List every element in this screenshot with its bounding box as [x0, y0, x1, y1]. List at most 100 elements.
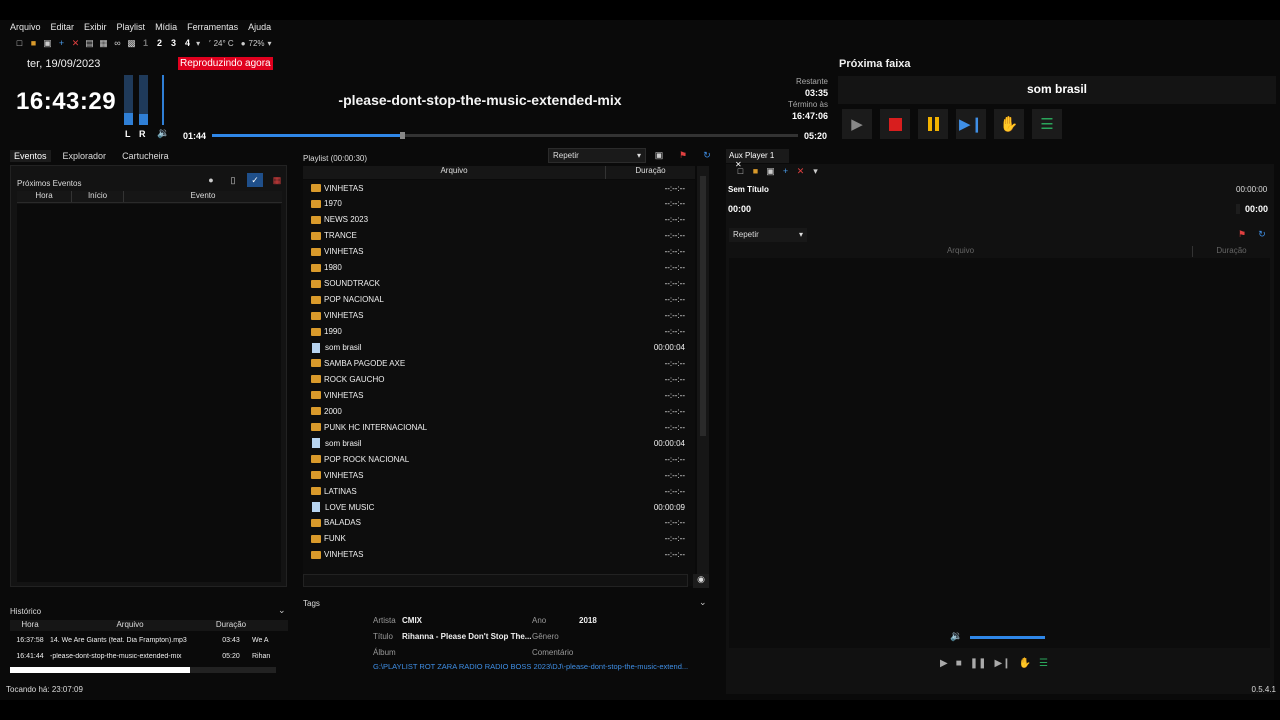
playlist-repeat-select[interactable]: Repetir ▾	[548, 148, 646, 163]
menu-playlist[interactable]: Playlist	[117, 22, 146, 32]
add-icon[interactable]: +	[780, 166, 791, 177]
lock-icon[interactable]: ▣	[651, 148, 667, 162]
aux-volume-slider[interactable]	[970, 636, 1045, 639]
menu-midia[interactable]: Mídia	[155, 22, 177, 32]
open-folder-icon[interactable]: ■	[750, 166, 761, 177]
refresh-icon[interactable]: ↻	[699, 148, 715, 162]
history-row[interactable]: 16:37:58 14. We Are Giants (feat. Dia Fr…	[10, 633, 288, 647]
player-4-button[interactable]: 4	[182, 38, 193, 48]
pause-button[interactable]	[918, 109, 948, 139]
col-evento[interactable]: Evento	[124, 191, 282, 202]
playlist-row[interactable]: VINHETAS --:--:--	[303, 308, 695, 324]
playlist-row[interactable]: VINHETAS --:--:--	[303, 244, 695, 260]
binoculars-icon[interactable]: ◉	[693, 574, 709, 588]
new-file-icon[interactable]: □	[14, 38, 25, 49]
playlist-row[interactable]: VINHETAS --:--:--	[303, 467, 695, 483]
playlist-row[interactable]: VINHETAS --:--:--	[303, 547, 695, 563]
playlist-row[interactable]: PUNK HC INTERNACIONAL --:--:--	[303, 419, 695, 435]
menu-ajuda[interactable]: Ajuda	[248, 22, 271, 32]
hand-button[interactable]: ✋	[994, 109, 1024, 139]
aux-col-duracao[interactable]: Duração	[1193, 246, 1270, 257]
aux-stop-icon[interactable]: ■	[956, 658, 962, 669]
new-file-icon[interactable]: □	[735, 166, 746, 177]
refresh-icon[interactable]: ↻	[1254, 227, 1270, 241]
aux-mixer-icon[interactable]: ☰	[1039, 658, 1048, 669]
aux-repeat-select[interactable]: Repetir ▾	[729, 228, 807, 242]
check-icon[interactable]: ✓	[247, 173, 263, 187]
file-path-link[interactable]: G:\PLAYLIST ROT ZARA RADIO RADIO BOSS 20…	[373, 662, 708, 671]
playlist-row[interactable]: SOUNDTRACK --:--:--	[303, 276, 695, 292]
menu-exibir[interactable]: Exibir	[84, 22, 107, 32]
save-icon[interactable]: ▣	[42, 38, 53, 49]
pl-col-arquivo[interactable]: Arquivo	[303, 166, 606, 179]
col-inicio[interactable]: Início	[72, 191, 124, 202]
player-2-button[interactable]: 2	[154, 38, 165, 48]
playlist-row[interactable]: BALADAS --:--:--	[303, 515, 695, 531]
chevron-down-icon[interactable]: ▾	[196, 39, 200, 48]
player-3-button[interactable]: 3	[168, 38, 179, 48]
playlist-row[interactable]: som brasil 00:00:04	[303, 435, 695, 451]
open-folder-icon[interactable]: ■	[28, 38, 39, 49]
playlist-row[interactable]: POP ROCK NACIONAL --:--:--	[303, 451, 695, 467]
playlist-row[interactable]: FUNK --:--:--	[303, 531, 695, 547]
playlist-row[interactable]: NEWS 2023 --:--:--	[303, 212, 695, 228]
playlist-search-input[interactable]	[303, 574, 688, 587]
play-button[interactable]: ▶	[842, 109, 872, 139]
aux-col-arquivo[interactable]: Arquivo	[729, 246, 1193, 257]
aux-list[interactable]	[729, 258, 1270, 648]
seek-handle[interactable]	[400, 132, 406, 139]
playlist-row[interactable]: VINHETAS --:--:--	[303, 387, 695, 403]
calendar-icon[interactable]: ▦	[269, 173, 285, 187]
playlist-row[interactable]: som brasil 00:00:04	[303, 340, 695, 356]
events-list[interactable]	[17, 204, 281, 582]
col-hora[interactable]: Hora	[17, 191, 72, 202]
chevron-down-icon[interactable]: ▾	[810, 166, 821, 177]
playlist-row[interactable]: 1990 --:--:--	[303, 324, 695, 340]
volume-icon[interactable]: 🔉	[157, 128, 169, 139]
tab-explorador[interactable]: Explorador	[59, 150, 111, 162]
menu-editar[interactable]: Editar	[51, 22, 75, 32]
record-icon[interactable]: ●	[203, 173, 219, 187]
aux-seek-bar[interactable]	[1236, 204, 1240, 214]
tab-cartucheira[interactable]: Cartucheira	[118, 150, 173, 162]
player-1-button[interactable]: 1	[140, 38, 151, 48]
add-icon[interactable]: +	[56, 38, 67, 49]
history-collapse-icon[interactable]: ⌄	[278, 605, 286, 616]
aux-hand-icon[interactable]: ✋	[1019, 658, 1031, 669]
grid-icon[interactable]: ▦	[98, 38, 109, 49]
hist-col-hora[interactable]: Hora	[10, 620, 50, 631]
tab-eventos[interactable]: Eventos	[10, 150, 51, 162]
mixer-button[interactable]: ☰	[1032, 109, 1062, 139]
playlist-row[interactable]: LOVE MUSIC 00:00:09	[303, 499, 695, 515]
window-icon[interactable]: ▤	[84, 38, 95, 49]
menu-ferramentas[interactable]: Ferramentas	[187, 22, 238, 32]
playlist-row[interactable]: 1970 --:--:--	[303, 196, 695, 212]
hist-col-duracao[interactable]: Duração	[210, 620, 252, 631]
next-button[interactable]: ▶❙	[956, 109, 986, 139]
flag-icon[interactable]: ⚑	[1234, 227, 1250, 241]
playlist-scrollbar[interactable]	[697, 166, 709, 586]
aux-play-icon[interactable]: ▶	[940, 658, 948, 669]
save-icon[interactable]: ▣	[765, 166, 776, 177]
playlist-row[interactable]: VINHETAS --:--:--	[303, 180, 695, 196]
remove-icon[interactable]: ✕	[795, 166, 806, 177]
history-scroll-thumb[interactable]	[10, 667, 190, 673]
playlist-row[interactable]: 2000 --:--:--	[303, 403, 695, 419]
weather-dropdown-icon[interactable]: ▾	[268, 39, 272, 48]
playlist-scroll-thumb[interactable]	[700, 176, 706, 436]
history-row[interactable]: 16:41:44 -please-dont-stop-the-music-ext…	[10, 649, 288, 663]
trash-icon[interactable]: ▯	[225, 173, 241, 187]
seek-bar[interactable]	[212, 132, 798, 139]
playlist-row[interactable]: ROCK GAUCHO --:--:--	[303, 371, 695, 387]
flag-icon[interactable]: ⚑	[675, 148, 691, 162]
playlist-row[interactable]: SAMBA PAGODE AXE --:--:--	[303, 355, 695, 371]
hist-col-arquivo[interactable]: Arquivo	[50, 620, 210, 631]
playlist-row[interactable]: POP NACIONAL --:--:--	[303, 292, 695, 308]
stop-button[interactable]	[880, 109, 910, 139]
menu-arquivo[interactable]: Arquivo	[10, 22, 41, 32]
aux-volume-icon[interactable]: 🔉	[950, 631, 962, 642]
playlist-row[interactable]: 1980 --:--:--	[303, 260, 695, 276]
bars-icon[interactable]: ▩	[126, 38, 137, 49]
aux-pause-icon[interactable]: ❚❚	[970, 658, 987, 669]
playlist-row[interactable]: TRANCE --:--:--	[303, 228, 695, 244]
